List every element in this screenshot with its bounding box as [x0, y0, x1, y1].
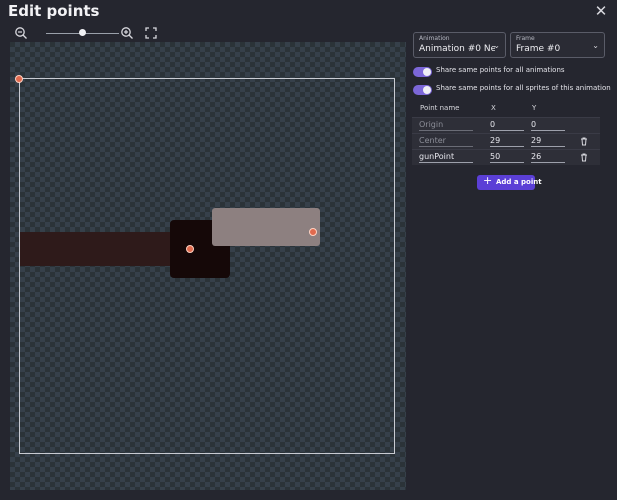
share-sprites-label: Share same points for all sprites of thi…: [436, 84, 611, 92]
column-header-y: Y: [532, 104, 537, 112]
chevron-down-icon: ⌄: [592, 41, 599, 50]
animation-select-value: Animation #0 NewSp: [419, 44, 495, 54]
zoom-toolbar: [10, 24, 405, 44]
zoom-slider-handle[interactable]: [79, 29, 86, 36]
animation-select[interactable]: Animation Animation #0 NewSp ⌄: [413, 32, 506, 58]
sprite-gun-barrel: [20, 232, 180, 266]
share-sprites-toggle[interactable]: [413, 85, 432, 95]
trash-icon[interactable]: [579, 136, 589, 146]
zoom-in-icon[interactable]: [120, 26, 134, 40]
point-y-field[interactable]: 29: [531, 136, 565, 147]
gunpoint-point-marker[interactable]: [309, 228, 317, 236]
dialog-title: Edit points: [8, 2, 100, 20]
share-sprites-row: Share same points for all sprites of thi…: [412, 83, 611, 97]
origin-point-marker[interactable]: [15, 75, 23, 83]
trash-icon[interactable]: [579, 152, 589, 162]
share-animations-row: Share same points for all animations: [412, 65, 605, 79]
point-x-field[interactable]: 0: [490, 120, 524, 131]
table-row: Origin 0 0: [412, 117, 600, 133]
point-name-field: Origin: [419, 120, 473, 131]
point-x-field[interactable]: 29: [490, 136, 524, 147]
point-y-field[interactable]: 26: [531, 152, 565, 163]
point-name-field: Center: [419, 136, 473, 147]
chevron-down-icon: ⌄: [493, 41, 500, 50]
column-header-name: Point name: [420, 104, 460, 112]
sprite-gun-slide: [212, 208, 320, 246]
frame-select[interactable]: Frame Frame #0 ⌄: [510, 32, 605, 58]
add-point-button[interactable]: + Add a point: [477, 174, 542, 190]
table-row: Center 29 29: [412, 133, 600, 149]
table-row: gunPoint 50 26: [412, 149, 600, 165]
add-point-label: Add a point: [496, 178, 542, 186]
plus-icon: +: [483, 174, 493, 187]
column-header-x: X: [491, 104, 496, 112]
point-x-field[interactable]: 50: [490, 152, 524, 163]
animation-select-label: Animation: [419, 35, 450, 42]
center-point-marker[interactable]: [186, 245, 194, 253]
frame-select-value: Frame #0: [516, 44, 561, 54]
point-y-field[interactable]: 0: [531, 120, 565, 131]
share-animations-toggle[interactable]: [413, 67, 432, 77]
close-icon[interactable]: ✕: [593, 3, 609, 19]
sprite-canvas[interactable]: [10, 42, 406, 490]
point-name-field[interactable]: gunPoint: [419, 152, 473, 163]
share-animations-label: Share same points for all animations: [436, 66, 565, 74]
zoom-fit-icon[interactable]: [144, 26, 158, 40]
frame-select-label: Frame: [516, 35, 535, 42]
zoom-out-icon[interactable]: [14, 26, 28, 40]
